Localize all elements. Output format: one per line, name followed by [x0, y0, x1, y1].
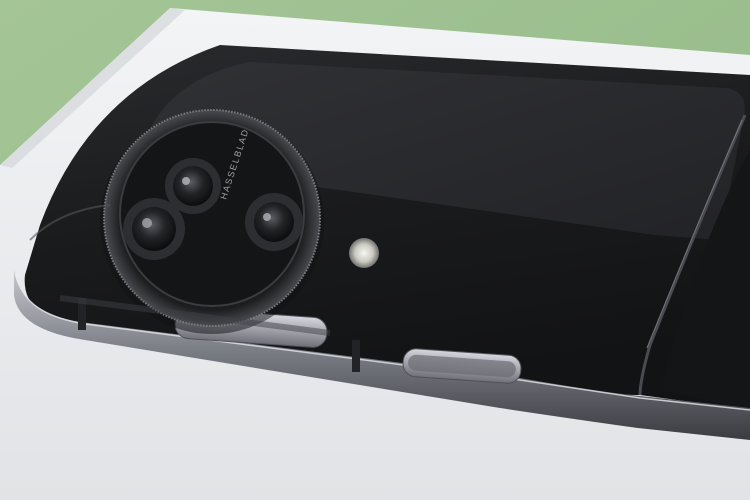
lens-right [245, 193, 303, 251]
flash-icon [349, 238, 379, 268]
camera-module: HASSELBLAD [100, 109, 324, 334]
photo-scene: HASSELBLAD [0, 0, 750, 500]
antenna-band [352, 340, 360, 372]
phone-photo: HASSELBLAD [0, 0, 750, 500]
lens-left [123, 198, 185, 260]
